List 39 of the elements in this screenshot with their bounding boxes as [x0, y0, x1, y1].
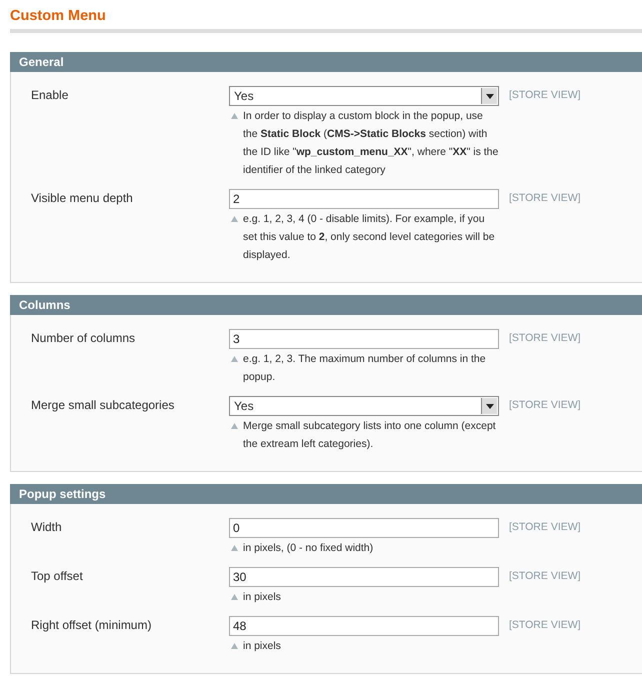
field-hint: e.g. 1, 2, 3, 4 (0 - disable limits). For example, if you set this value to 2, only second level categories will be displayed.: [243, 212, 496, 263]
triangle-icon: [231, 594, 238, 600]
scope-label: [STORE VIEW]: [509, 191, 581, 206]
triangle-icon: [231, 423, 238, 429]
field-label: Top offset: [30, 568, 84, 585]
scope-label: [STORE VIEW]: [509, 618, 581, 633]
scope-label: [STORE VIEW]: [509, 88, 581, 103]
field-label: Right offset (minimum): [30, 617, 152, 634]
field-label: Width: [30, 519, 63, 536]
select-field[interactable]: Yes: [229, 396, 499, 416]
triangle-icon: [231, 216, 238, 222]
field-label: Merge small subcategories: [30, 397, 176, 414]
input-field[interactable]: 0: [229, 518, 499, 538]
triangle-icon: [231, 643, 238, 649]
field-hint: in pixels, (0 - no fixed width): [243, 541, 374, 556]
field-hint: in pixels: [243, 590, 281, 605]
field-label: Number of columns: [30, 330, 136, 347]
field-hint: e.g. 1, 2, 3. The maximum number of columns in the popup.: [243, 352, 487, 385]
scope-label: [STORE VIEW]: [509, 331, 581, 346]
scope-label: [STORE VIEW]: [509, 569, 581, 584]
field-hint: In order to display a custom block in the popup, use the Static Block (CMS->Static Blocks section) with the ID like "wp_custom_menu_XX", where "XX" is the identifier of the linked category: [243, 109, 499, 178]
section-header: General: [10, 52, 642, 72]
scope-label: [STORE VIEW]: [509, 520, 581, 535]
scope-label: [STORE VIEW]: [509, 398, 581, 413]
triangle-icon: [231, 545, 238, 551]
triangle-icon: [231, 113, 238, 119]
triangle-icon: [231, 356, 238, 362]
select-field[interactable]: Yes: [229, 86, 499, 106]
section-header: Columns: [10, 295, 642, 315]
input-field[interactable]: 30: [229, 567, 499, 587]
section-header: Popup settings: [10, 484, 642, 504]
field-hint: in pixels: [243, 639, 281, 654]
field-label: Visible menu depth: [30, 190, 134, 207]
input-field[interactable]: 2: [229, 189, 499, 209]
input-field[interactable]: 48: [229, 616, 499, 636]
field-hint: Merge small subcategory lists into one column (except the extream left categories).: [243, 419, 497, 452]
input-field[interactable]: 3: [229, 329, 499, 349]
field-label: Enable: [30, 87, 70, 104]
page-title: Custom Menu: [10, 7, 107, 26]
